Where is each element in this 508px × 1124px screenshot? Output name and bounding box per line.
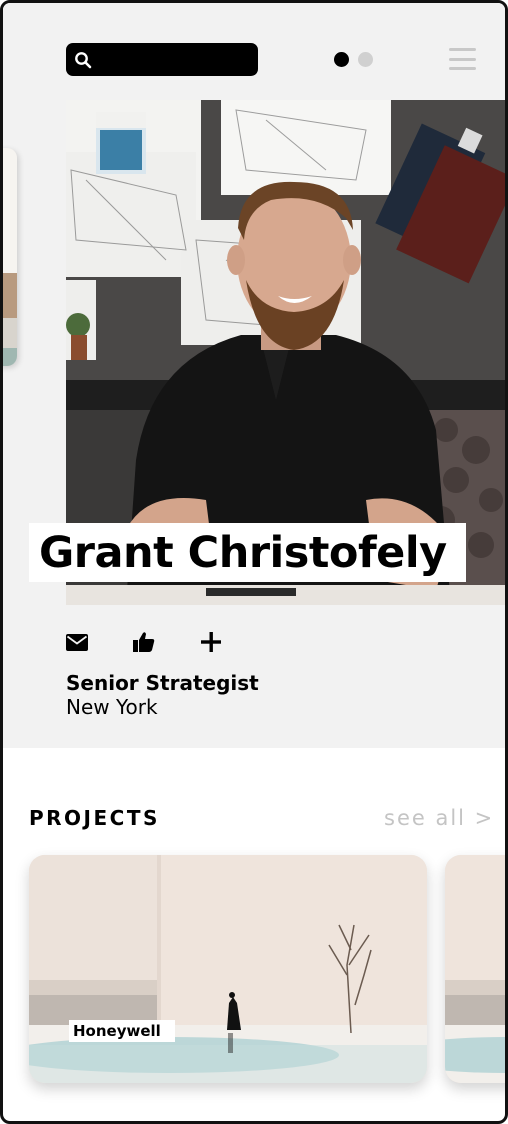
hamburger-menu-icon[interactable]: [449, 46, 476, 72]
like-button[interactable]: [133, 630, 155, 654]
search-bar[interactable]: [66, 43, 258, 76]
project-card-label: Honeywell: [69, 1020, 175, 1042]
profile-name-label: Grant Christofely: [29, 523, 466, 582]
previous-profile-card[interactable]: [3, 148, 17, 366]
see-all-link[interactable]: see all >: [384, 806, 494, 830]
projects-heading: PROJECTS: [29, 806, 160, 830]
project-card-image: [29, 855, 427, 1083]
profile-actions: [66, 630, 222, 654]
carousel-dot-2[interactable]: [358, 52, 373, 67]
carousel-dot-1[interactable]: [334, 52, 349, 67]
mail-button[interactable]: [66, 630, 88, 654]
carousel-indicator: [334, 52, 373, 67]
profile-name: Grant Christofely: [39, 527, 447, 578]
next-project-card-image: [445, 855, 505, 1083]
profile-location: New York: [66, 695, 158, 719]
search-input[interactable]: [98, 51, 248, 68]
profile-role: Senior Strategist: [66, 671, 259, 695]
profile-header-section: Grant Christofely Senior Strategist New …: [3, 3, 505, 748]
search-icon: [75, 51, 92, 68]
plus-icon: [201, 632, 221, 652]
next-project-card[interactable]: [445, 855, 505, 1083]
thumbs-up-icon: [133, 632, 155, 652]
mail-icon: [66, 633, 88, 651]
project-card[interactable]: Honeywell: [29, 855, 427, 1083]
add-button[interactable]: [200, 630, 222, 654]
app-frame: Grant Christofely Senior Strategist New …: [0, 0, 508, 1124]
